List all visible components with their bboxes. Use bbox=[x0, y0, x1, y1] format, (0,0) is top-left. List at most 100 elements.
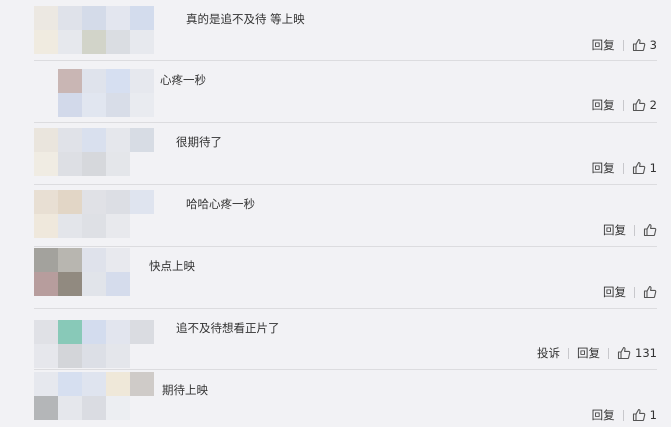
comment-actions: 回复 bbox=[603, 284, 657, 300]
mosaic-cell bbox=[34, 190, 58, 214]
mosaic-cell bbox=[58, 272, 82, 296]
like-button[interactable]: 3 bbox=[632, 37, 657, 53]
mosaic-cell bbox=[82, 6, 106, 30]
mosaic-cell bbox=[82, 272, 106, 296]
mosaic-cell bbox=[106, 344, 130, 368]
mosaic-cell bbox=[106, 320, 130, 344]
like-button[interactable] bbox=[643, 223, 657, 237]
mosaic-cell bbox=[34, 396, 58, 420]
mosaic-cell bbox=[82, 128, 106, 152]
thumbs-up-icon bbox=[643, 223, 657, 237]
thumbs-up-icon bbox=[632, 38, 646, 52]
comment-text: 真的是追不及待 等上映 bbox=[186, 12, 305, 26]
mosaic-cell bbox=[82, 30, 106, 54]
action-divider bbox=[634, 286, 635, 298]
reply-button[interactable]: 回复 bbox=[592, 160, 615, 176]
action-divider bbox=[622, 99, 624, 111]
mosaic-cell bbox=[34, 152, 58, 176]
reply-button[interactable]: 回复 bbox=[603, 284, 626, 300]
mosaic-cell bbox=[34, 214, 58, 238]
mosaic-cell bbox=[106, 93, 130, 117]
mosaic-cell bbox=[58, 344, 82, 368]
thumbs-up-icon bbox=[632, 98, 646, 112]
action-divider bbox=[608, 347, 610, 359]
mosaic-cell bbox=[106, 6, 130, 30]
mosaic-cell bbox=[58, 320, 82, 344]
comment-text: 很期待了 bbox=[176, 135, 222, 149]
mosaic-cell bbox=[34, 344, 58, 368]
comment-item: 快点上映 回复 bbox=[0, 247, 671, 309]
like-count: 3 bbox=[649, 38, 657, 52]
mosaic-cell bbox=[106, 396, 130, 420]
comment-text: 追不及待想看正片了 bbox=[176, 321, 280, 335]
action-divider bbox=[634, 224, 635, 236]
comment-actions: 投诉 回复 131 bbox=[537, 345, 657, 361]
report-button[interactable]: 投诉 bbox=[537, 345, 560, 361]
comment-text: 心疼一秒 bbox=[160, 73, 206, 87]
reply-button[interactable]: 回复 bbox=[592, 97, 615, 113]
thumbs-up-icon bbox=[632, 161, 646, 175]
like-button[interactable]: 2 bbox=[632, 97, 657, 113]
mosaic-cell bbox=[82, 214, 106, 238]
action-divider bbox=[622, 39, 624, 51]
like-button[interactable] bbox=[643, 285, 657, 299]
mosaic-cell bbox=[82, 320, 106, 344]
comment-item: 真的是追不及待 等上映回复 3 bbox=[0, 0, 671, 61]
thumbs-up-icon bbox=[643, 285, 657, 299]
mosaic-cell bbox=[130, 320, 154, 344]
comment-item: 心疼一秒回复 2 bbox=[0, 61, 671, 123]
comment-item: 期待上映回复 1 bbox=[0, 370, 671, 427]
mosaic-cell bbox=[106, 69, 130, 93]
like-count: 131 bbox=[635, 346, 657, 360]
mosaic-cell bbox=[106, 30, 130, 54]
mosaic-cell bbox=[130, 6, 154, 30]
mosaic-cell bbox=[58, 69, 82, 93]
like-button[interactable]: 1 bbox=[632, 407, 657, 423]
mosaic-cell bbox=[82, 190, 106, 214]
like-count: 1 bbox=[649, 161, 657, 175]
mosaic-cell bbox=[58, 190, 82, 214]
mosaic-cell bbox=[82, 93, 106, 117]
mosaic-cell bbox=[34, 128, 58, 152]
mosaic-cell bbox=[58, 6, 82, 30]
mosaic-cell bbox=[82, 69, 106, 93]
reply-button[interactable]: 回复 bbox=[592, 407, 615, 423]
reply-button[interactable]: 回复 bbox=[592, 37, 615, 53]
mosaic-cell bbox=[106, 272, 130, 296]
comment-item: 追不及待想看正片了投诉 回复 131 bbox=[0, 309, 671, 370]
like-button[interactable]: 131 bbox=[617, 345, 657, 361]
comment-text: 期待上映 bbox=[162, 383, 208, 397]
mosaic-cell bbox=[34, 320, 58, 344]
mosaic-cell bbox=[82, 344, 106, 368]
comment-actions: 回复 1 bbox=[592, 407, 657, 423]
comment-item: 哈哈心疼一秒回复 bbox=[0, 185, 671, 247]
mosaic-cell bbox=[106, 190, 130, 214]
reply-button[interactable]: 回复 bbox=[577, 345, 600, 361]
mosaic-cell bbox=[58, 372, 82, 396]
mosaic-cell bbox=[106, 372, 130, 396]
mosaic-cell bbox=[58, 214, 82, 238]
comment-actions: 回复 3 bbox=[592, 37, 657, 53]
comment-text: 哈哈心疼一秒 bbox=[186, 197, 255, 211]
like-button[interactable]: 1 bbox=[632, 160, 657, 176]
mosaic-cell bbox=[34, 6, 58, 30]
mosaic-cell bbox=[58, 93, 82, 117]
comment-actions: 回复 1 bbox=[592, 160, 657, 176]
action-divider bbox=[622, 409, 624, 421]
mosaic-cell bbox=[130, 128, 154, 152]
action-divider bbox=[622, 162, 624, 174]
mosaic-cell bbox=[106, 214, 130, 238]
mosaic-cell bbox=[82, 372, 106, 396]
like-count: 1 bbox=[649, 408, 657, 422]
mosaic-cell bbox=[130, 30, 154, 54]
mosaic-cell bbox=[34, 272, 58, 296]
like-count: 2 bbox=[649, 98, 657, 112]
thumbs-up-icon bbox=[632, 408, 646, 422]
mosaic-cell bbox=[130, 372, 154, 396]
mosaic-cell bbox=[34, 372, 58, 396]
reply-button[interactable]: 回复 bbox=[603, 222, 626, 238]
mosaic-cell bbox=[130, 69, 154, 93]
mosaic-cell bbox=[82, 396, 106, 420]
mosaic-cell bbox=[130, 93, 154, 117]
comment-actions: 回复 bbox=[603, 222, 657, 238]
